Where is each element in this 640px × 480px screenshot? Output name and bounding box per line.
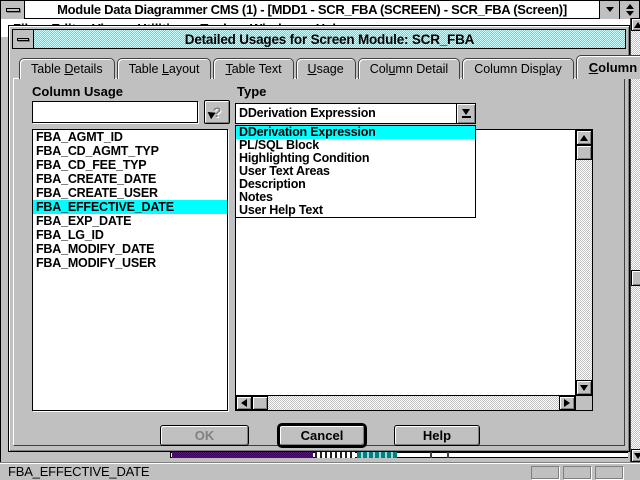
- dropdown-option[interactable]: User Help Text: [236, 204, 475, 217]
- tab-table-layout[interactable]: Table Layout: [117, 58, 212, 79]
- horizontal-scroll-thumb[interactable]: [252, 396, 268, 410]
- status-cell: [531, 466, 559, 479]
- tab-column-detail[interactable]: Column Detail: [358, 58, 461, 79]
- scroll-right-icon: [564, 399, 570, 407]
- scroll-left-icon: [241, 399, 247, 407]
- scroll-right-button[interactable]: [559, 396, 575, 410]
- app-titlebar: Module Data Diagrammer CMS (1) - [MDD1 -…: [1, 1, 639, 19]
- list-item[interactable]: FBA_CREATE_DATE: [33, 172, 227, 186]
- dropdown-arrow-underline: [462, 116, 471, 118]
- detailed-usages-dialog: Detailed Usages for Screen Module: SCR_F…: [8, 25, 630, 452]
- dialog-title: Detailed Usages for Screen Module: SCR_F…: [185, 32, 474, 47]
- tab-table-details[interactable]: Table Details: [19, 58, 115, 79]
- minimize-button[interactable]: [599, 1, 619, 19]
- list-item[interactable]: FBA_MODIFY_USER: [33, 256, 227, 270]
- dialog-system-menu-button[interactable]: [12, 29, 34, 49]
- app-system-menu-button[interactable]: [1, 1, 25, 19]
- help-button[interactable]: Help: [394, 425, 480, 446]
- column-usage-list[interactable]: FBA_AGMT_ID FBA_CD_AGMT_TYP FBA_CD_FEE_T…: [32, 129, 228, 411]
- type-combobox[interactable]: DDerivation Expression: [235, 103, 476, 124]
- status-text: FBA_EFFECTIVE_DATE: [0, 464, 149, 479]
- status-cell: [595, 466, 623, 479]
- type-combobox-dropdown-button[interactable]: [456, 104, 475, 123]
- mdi-scroll-thumb[interactable]: [631, 270, 640, 286]
- list-item[interactable]: FBA_CD_FEE_TYP: [33, 158, 227, 172]
- scroll-down-button[interactable]: [576, 380, 592, 395]
- list-item-selected[interactable]: FBA_EFFECTIVE_DATE: [33, 200, 227, 214]
- background-window-strip: [0, 452, 640, 459]
- scroll-up-icon: [634, 22, 640, 28]
- list-item[interactable]: FBA_EXP_DATE: [33, 214, 227, 228]
- list-item[interactable]: FBA_CREATE_USER: [33, 186, 227, 200]
- status-bar: FBA_EFFECTIVE_DATE: [0, 462, 640, 480]
- status-cell: [563, 466, 591, 479]
- background-text-segment: [315, 452, 355, 458]
- app-title: Module Data Diagrammer CMS (1) - [MDD1 -…: [25, 2, 599, 17]
- cancel-button[interactable]: Cancel: [279, 425, 365, 446]
- background-tick: [447, 452, 449, 458]
- list-item[interactable]: FBA_CD_AGMT_TYP: [33, 144, 227, 158]
- list-item[interactable]: FBA_AGMT_ID: [33, 130, 227, 144]
- dialog-titlebar-fill: Detailed Usages for Screen Module: SCR_F…: [34, 29, 626, 49]
- background-purple-segment: [172, 452, 313, 458]
- scrollbar-corner: [575, 395, 592, 410]
- tab-usage[interactable]: Usage: [296, 58, 356, 79]
- restore-button[interactable]: [619, 1, 639, 19]
- ok-button: OK: [160, 425, 249, 446]
- restore-down-icon: [626, 11, 634, 16]
- mdi-scroll-up-button[interactable]: [631, 18, 640, 31]
- text-horizontal-scrollbar[interactable]: [236, 395, 575, 410]
- mdi-vertical-scrollbar[interactable]: [630, 18, 640, 462]
- text-vertical-scrollbar[interactable]: [575, 130, 592, 395]
- scroll-left-button[interactable]: [236, 396, 252, 410]
- type-label: Type: [237, 84, 266, 99]
- tab-strip: Table Details Table Layout Table Text Us…: [19, 55, 625, 79]
- scroll-up-button[interactable]: [576, 130, 592, 145]
- type-dropdown-list: DDerivation Expression PL/SQL Block High…: [235, 125, 476, 218]
- system-menu-icon: [17, 38, 29, 41]
- list-item[interactable]: FBA_LG_ID: [33, 228, 227, 242]
- app-window: Module Data Diagrammer CMS (1) - [MDD1 -…: [0, 0, 640, 480]
- background-tick: [430, 452, 432, 458]
- column-usage-input[interactable]: [32, 101, 198, 123]
- tab-column-text[interactable]: Column Text: [576, 55, 640, 79]
- restore-up-icon: [626, 4, 634, 9]
- column-text-panel: Column Usage ? FBA_AGMT_ID FBA_CD_AGMT_T…: [13, 78, 625, 446]
- background-teal-segment: [357, 452, 397, 458]
- column-usage-label: Column Usage: [32, 84, 123, 99]
- question-pointer-icon: ?: [213, 104, 222, 120]
- list-of-values-button[interactable]: ?: [204, 100, 230, 124]
- tab-column-display[interactable]: Column Display: [462, 58, 574, 79]
- system-menu-icon: [6, 8, 20, 12]
- type-combobox-value: DDerivation Expression: [236, 104, 456, 123]
- list-item[interactable]: FBA_MODIFY_DATE: [33, 242, 227, 256]
- scroll-up-icon: [580, 135, 588, 141]
- minimize-icon: [606, 7, 614, 12]
- tab-table-text[interactable]: Table Text: [213, 58, 293, 79]
- scroll-down-icon: [580, 385, 588, 391]
- dropdown-arrow-icon: [462, 109, 470, 115]
- vertical-scroll-thumb[interactable]: [576, 145, 592, 160]
- dialog-titlebar: Detailed Usages for Screen Module: SCR_F…: [12, 29, 626, 49]
